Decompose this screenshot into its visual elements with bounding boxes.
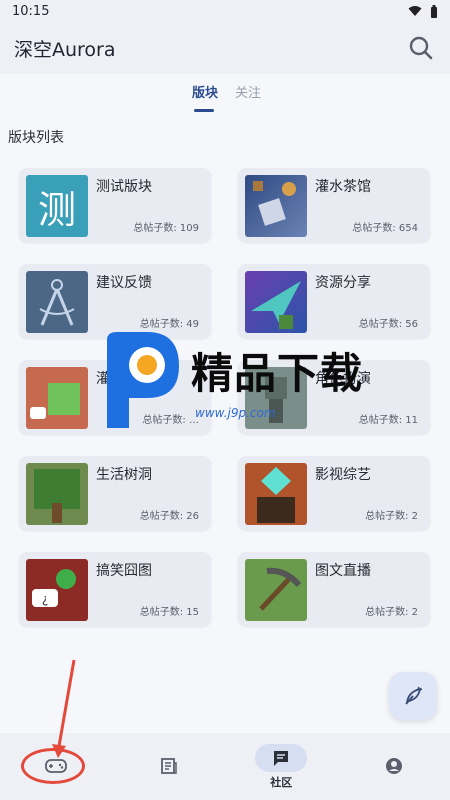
board-thumbnail — [245, 175, 307, 237]
nav-label: 社区 — [270, 775, 293, 789]
board-thumbnail — [26, 271, 88, 333]
account-icon — [385, 757, 402, 774]
nav-community[interactable]: 社区 — [225, 733, 338, 800]
board-thumbnail — [26, 463, 88, 525]
board-thumbnail: ¿ — [26, 559, 88, 621]
board-name: 测试版块 — [96, 179, 152, 195]
board-post-count: 总帖子数: 2 — [365, 607, 418, 618]
new-post-button[interactable] — [389, 672, 437, 720]
wifi-icon — [408, 6, 422, 16]
board-card[interactable]: ¿ 搞笑囧图 总帖子数: 15 — [19, 552, 211, 626]
tab-indicator — [194, 109, 214, 112]
feather-icon — [405, 686, 423, 705]
board-thumbnail — [245, 559, 307, 621]
board-post-count: 总帖子数: 2 — [365, 511, 418, 522]
tree-icon — [34, 469, 80, 523]
board-name: 图文直播 — [315, 563, 371, 579]
character-icon — [265, 377, 287, 423]
board-card[interactable]: 建议反馈 总帖子数: 49 — [19, 264, 211, 338]
tab-following[interactable]: 关注 — [235, 82, 261, 101]
status-icons — [408, 4, 438, 18]
board-post-count: 总帖子数: 56 — [358, 319, 418, 330]
app-bar: 深空Aurora — [0, 22, 450, 74]
diamond-block-icon — [257, 467, 295, 523]
status-time: 10:15 — [12, 3, 50, 19]
board-name: 搞笑囧图 — [96, 563, 152, 579]
board-name: 灌水茶馆 — [315, 179, 371, 195]
board-card[interactable]: 灌…闲… 总帖子数: … — [19, 360, 211, 434]
chat-slime-icon — [30, 383, 80, 419]
board-thumbnail — [245, 271, 307, 333]
board-thumbnail — [245, 463, 307, 525]
board-card[interactable]: 灌水茶馆 总帖子数: 654 — [238, 168, 430, 242]
board-name: 灌…闲… — [96, 371, 152, 387]
nav-pill — [143, 752, 195, 780]
battery-icon — [431, 4, 437, 18]
funny-icon: ¿ — [32, 569, 76, 607]
teapot-icon — [253, 181, 296, 226]
board-thumbnail — [26, 367, 88, 429]
annotation-ellipse — [21, 748, 85, 784]
tab-boards[interactable]: 版块 — [192, 82, 218, 101]
board-post-count: 总帖子数: … — [142, 415, 199, 426]
nav-profile[interactable] — [338, 733, 450, 800]
compass-icon — [39, 279, 75, 326]
tab-bar: 版块 关注 — [0, 82, 450, 116]
board-card[interactable]: 角色扮演 总帖子数: 11 — [238, 360, 430, 434]
paper-plane-icon — [251, 281, 301, 329]
news-icon — [160, 757, 177, 774]
section-title: 版块列表 — [8, 130, 64, 146]
board-card[interactable]: 资源分享 总帖子数: 56 — [238, 264, 430, 338]
board-post-count: 总帖子数: 654 — [352, 223, 418, 234]
pickaxe-icon — [259, 567, 302, 611]
board-card[interactable]: 测 测试版块 总帖子数: 109 — [19, 168, 211, 242]
board-name: 生活树洞 — [96, 467, 152, 483]
nav-pill — [368, 752, 420, 780]
board-post-count: 总帖子数: 11 — [358, 415, 418, 426]
board-name: 影视综艺 — [315, 467, 371, 483]
board-post-count: 总帖子数: 109 — [133, 223, 199, 234]
board-name: 资源分享 — [315, 275, 371, 291]
board-name: 建议反馈 — [96, 275, 152, 291]
board-name: 角色扮演 — [315, 371, 371, 387]
board-post-count: 总帖子数: 15 — [139, 607, 199, 618]
board-thumb-char: 测 — [37, 187, 76, 232]
chat-icon — [274, 750, 289, 766]
board-thumbnail — [245, 367, 307, 429]
board-card[interactable]: 生活树洞 总帖子数: 26 — [19, 456, 211, 530]
app-title: 深空Aurora — [14, 38, 116, 61]
search-button[interactable] — [406, 33, 436, 63]
status-bar: 10:15 — [0, 0, 450, 22]
svg-text:¿: ¿ — [42, 592, 48, 606]
nav-pill — [255, 743, 308, 772]
nav-news[interactable] — [113, 733, 226, 800]
board-thumbnail: 测 — [26, 175, 88, 237]
board-card[interactable]: 图文直播 总帖子数: 2 — [238, 552, 430, 626]
board-card[interactable]: 影视综艺 总帖子数: 2 — [238, 456, 430, 530]
board-post-count: 总帖子数: 49 — [139, 319, 199, 330]
search-icon — [409, 36, 433, 60]
board-post-count: 总帖子数: 26 — [139, 511, 199, 522]
